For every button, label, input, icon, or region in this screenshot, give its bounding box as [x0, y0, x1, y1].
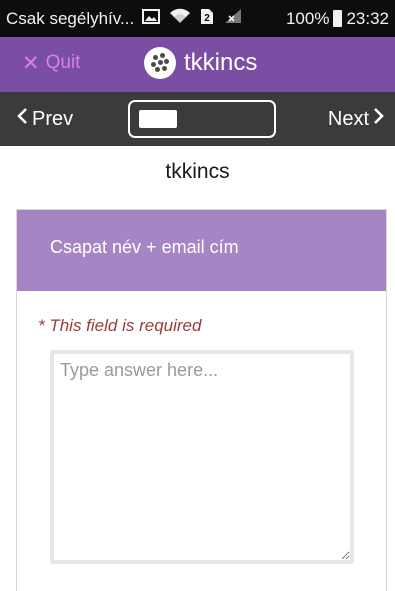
- image-icon: [142, 8, 161, 29]
- clock: 23:32: [346, 8, 389, 28]
- chevron-left-icon: [16, 107, 28, 131]
- carrier-text: Csak segélyhív...: [6, 8, 135, 28]
- progress-indicator[interactable]: [128, 100, 276, 138]
- status-bar: Csak segélyhív... 2 100% 23:32: [0, 0, 395, 37]
- question-card: Csapat név + email cím * This field is r…: [16, 209, 387, 591]
- prev-label: Prev: [32, 107, 74, 130]
- app-brand: tkkincs: [144, 47, 257, 79]
- app-name: tkkincs: [184, 49, 258, 76]
- quit-label: Quit: [45, 52, 81, 73]
- next-label: Next: [327, 107, 369, 130]
- required-warning: * This field is required: [38, 316, 202, 335]
- answer-textarea[interactable]: [50, 350, 354, 564]
- prev-button[interactable]: Prev: [16, 107, 73, 131]
- wifi-icon: [169, 8, 191, 29]
- progress-fill: [139, 110, 177, 128]
- battery-icon: [333, 10, 343, 27]
- nav-bar: Prev Next: [0, 92, 395, 146]
- title-bar: ✕ Quit tkkincs: [0, 37, 395, 92]
- svg-text:2: 2: [204, 13, 210, 24]
- app-logo-icon: [144, 47, 176, 79]
- battery-percent: 100%: [285, 8, 330, 28]
- next-button[interactable]: Next: [328, 107, 385, 131]
- close-icon: ✕: [22, 51, 40, 75]
- no-signal-icon: [223, 8, 243, 29]
- question-label: Csapat név + email cím: [17, 210, 386, 291]
- quit-button[interactable]: ✕ Quit: [22, 52, 80, 74]
- sim-icon: 2: [200, 8, 214, 30]
- chevron-right-icon: [373, 107, 385, 131]
- page-title: tkkincs: [165, 160, 230, 183]
